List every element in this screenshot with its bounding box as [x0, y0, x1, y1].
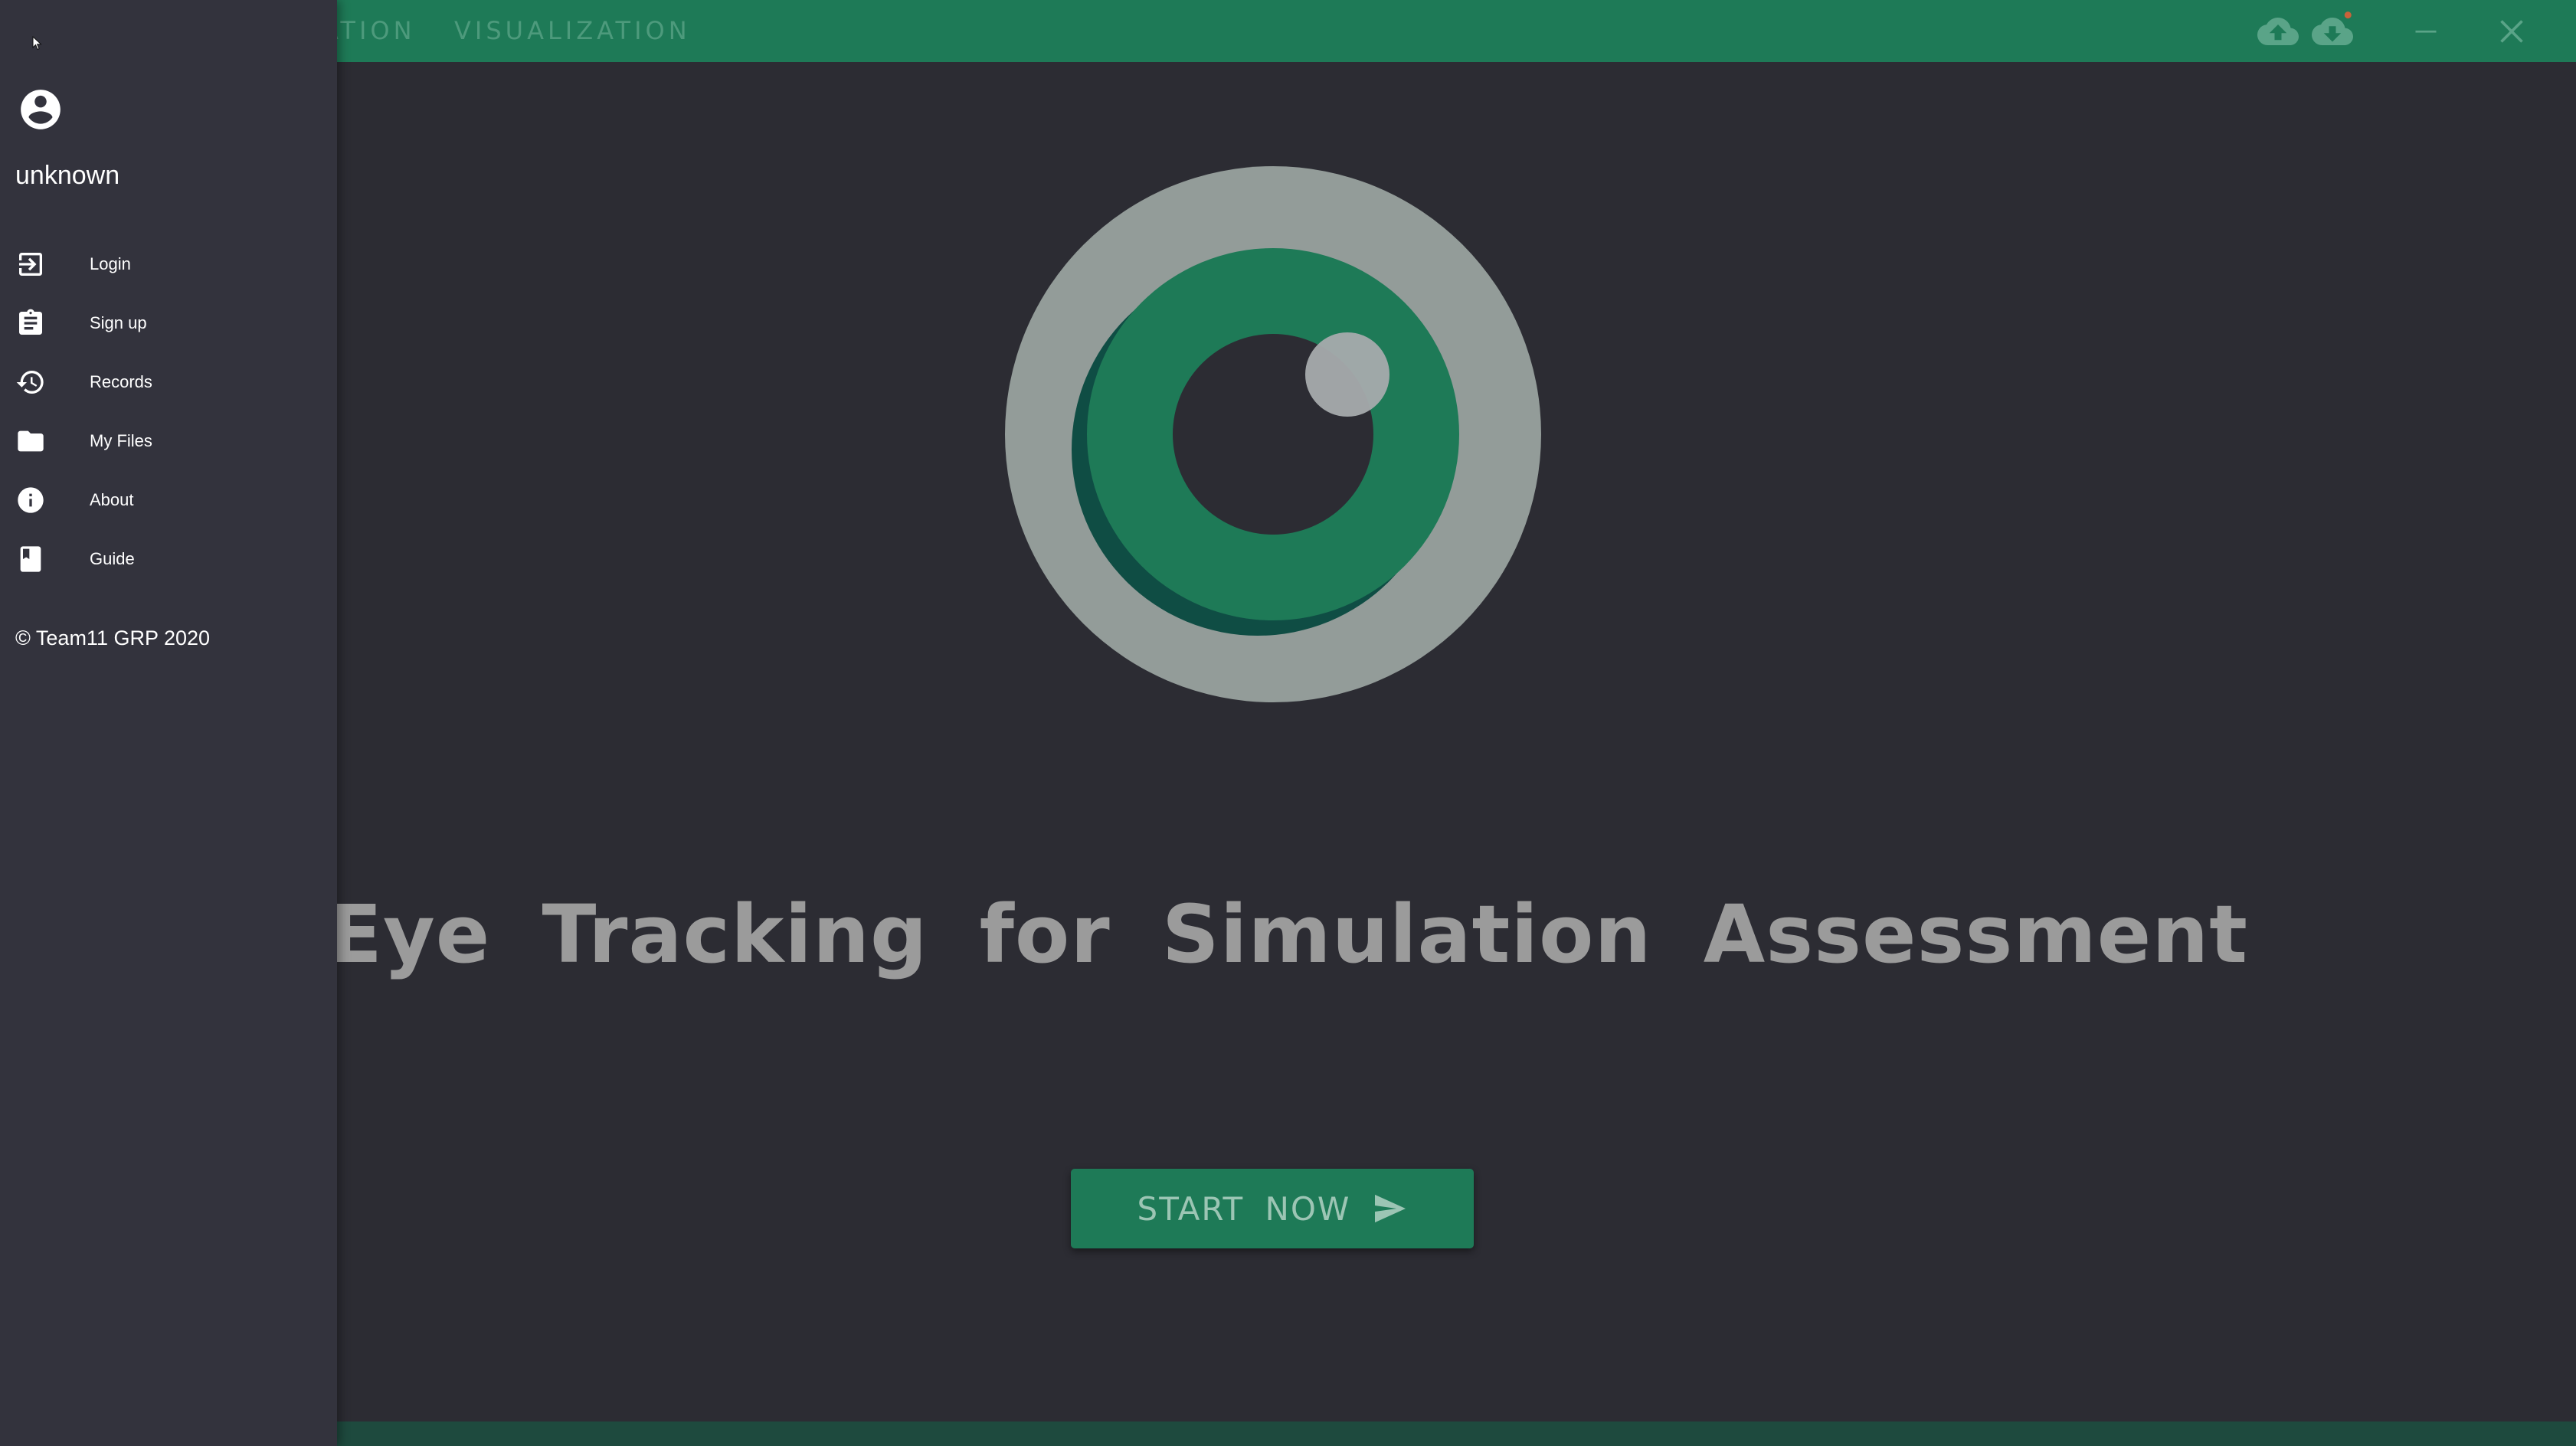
- navigation-drawer: unknown Login Sign up Records My Files A…: [0, 0, 337, 1446]
- clipboard-icon: [19, 309, 42, 335]
- eye-logo: [1005, 166, 1541, 702]
- start-now-button[interactable]: START NOW: [1071, 1169, 1474, 1248]
- notification-dot: [2344, 11, 2352, 19]
- sidebar-item-records[interactable]: Records: [0, 355, 337, 410]
- page-title: Eye Tracking for Simulation Assessment: [327, 888, 2249, 981]
- cloud-upload-icon[interactable]: [2257, 11, 2299, 52]
- sidebar-item-label: Login: [90, 254, 131, 273]
- account-circle-icon[interactable]: [17, 86, 64, 133]
- close-icon[interactable]: [2491, 11, 2532, 52]
- sidebar-item-login[interactable]: Login: [0, 237, 337, 292]
- bottom-bar: [337, 1421, 2576, 1446]
- sidebar-item-label: Sign up: [90, 313, 147, 332]
- sidebar-item-label: About: [90, 490, 134, 509]
- minimize-icon[interactable]: [2405, 11, 2447, 52]
- start-now-label: START NOW: [1137, 1189, 1351, 1228]
- tab-visualization[interactable]: VISUALIZATION: [454, 0, 691, 62]
- sidebar-item-signup[interactable]: Sign up: [0, 296, 337, 351]
- info-icon: [18, 487, 44, 513]
- mouse-cursor: [32, 36, 42, 51]
- cloud-download-icon[interactable]: [2312, 11, 2353, 52]
- login-icon: [19, 253, 42, 276]
- top-app-bar: ATION VISUALIZATION: [0, 0, 2576, 62]
- history-icon: [16, 371, 44, 394]
- sidebar-item-label: My Files: [90, 431, 152, 450]
- sidebar-item-label: Records: [90, 372, 152, 391]
- sidebar-item-my-files[interactable]: My Files: [0, 414, 337, 469]
- sidebar-item-about[interactable]: About: [0, 473, 337, 528]
- logo-highlight: [1305, 332, 1389, 417]
- username: unknown: [15, 161, 120, 190]
- send-icon: [1375, 1194, 1406, 1223]
- sidebar-item-label: Guide: [90, 549, 135, 568]
- folder-icon: [18, 430, 44, 452]
- sidebar-item-guide[interactable]: Guide: [0, 532, 337, 587]
- copyright-text: © Team11 GRP 2020: [15, 626, 211, 649]
- book-icon: [20, 546, 41, 572]
